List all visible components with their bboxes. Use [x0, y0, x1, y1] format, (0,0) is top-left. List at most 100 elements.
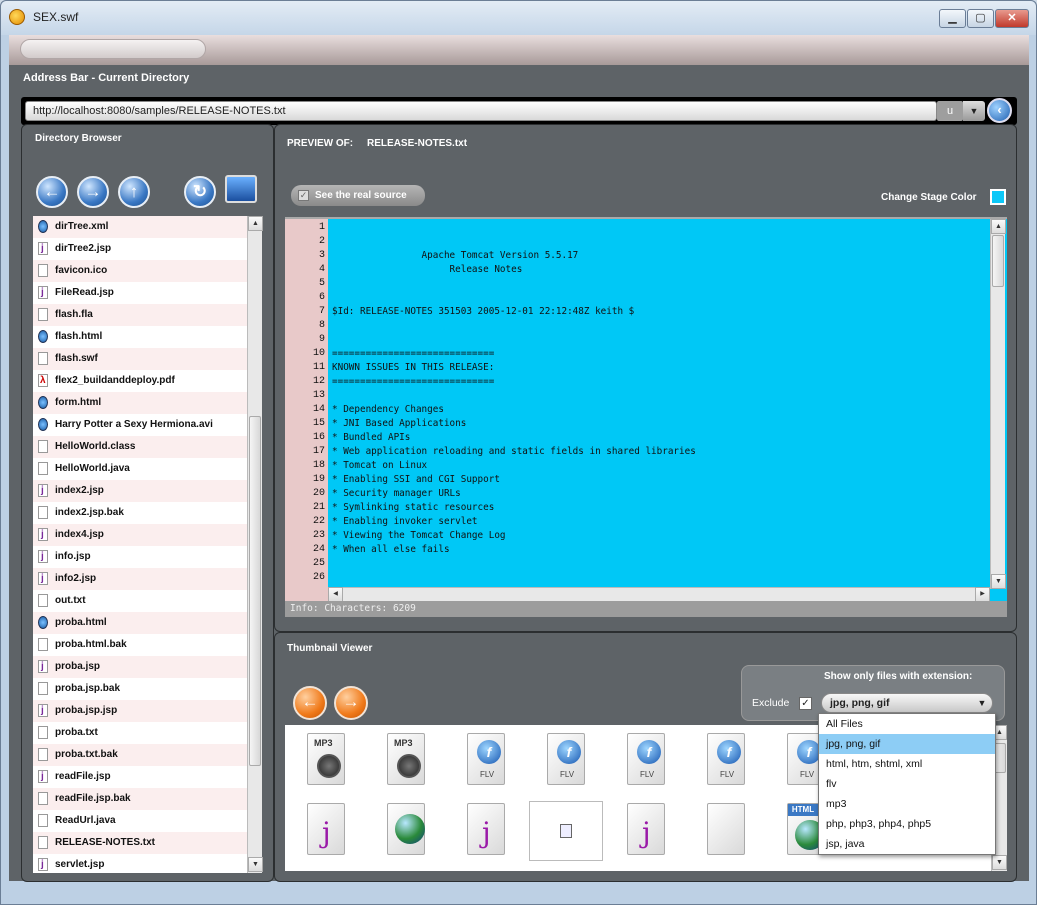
file-list-item[interactable]: flex2_buildanddeploy.pdf — [33, 370, 247, 392]
see-real-source-checkbox[interactable]: ✓ — [298, 190, 309, 201]
scroll-down-arrow-icon[interactable]: ▼ — [992, 855, 1007, 870]
thumbnail-jsp[interactable]: j — [623, 801, 669, 859]
file-list-item[interactable]: out.txt — [33, 590, 247, 612]
thumbnail-flv[interactable]: f FLV — [463, 731, 509, 789]
file-list-item[interactable]: index2.jsp — [33, 480, 247, 502]
file-list-item[interactable]: flash.fla — [33, 304, 247, 326]
file-list-item[interactable]: dirTree2.jsp — [33, 238, 247, 260]
file-list-scrollbar[interactable]: ▲ ▼ — [247, 216, 263, 873]
file-name: info2.jsp — [55, 573, 97, 584]
file-list-item[interactable]: HelloWorld.class — [33, 436, 247, 458]
top-pill-field[interactable] — [20, 39, 206, 59]
file-list-item[interactable]: proba.txt — [33, 722, 247, 744]
line-number: 4 — [318, 264, 325, 275]
thumbnail-flv[interactable]: f FLV — [543, 731, 589, 789]
file-list-item[interactable]: ReadUrl.java — [33, 810, 247, 832]
thumb-forward-button[interactable]: → — [334, 686, 368, 720]
file-list-item[interactable]: readFile.jsp — [33, 766, 247, 788]
file-list-item[interactable]: flash.swf — [33, 348, 247, 370]
extension-filter-label: Show only files with extension: — [824, 671, 973, 682]
file-list-item[interactable]: proba.jsp.bak — [33, 678, 247, 700]
scroll-up-arrow-icon[interactable]: ▲ — [248, 216, 263, 231]
extension-option[interactable]: html, htm, shtml, xml — [819, 754, 995, 774]
file-list-item[interactable]: proba.html — [33, 612, 247, 634]
scroll-down-arrow-icon[interactable]: ▼ — [248, 857, 263, 872]
source-editor[interactable]: 1 2 3 4 5 6 7 8 9 10 11 12 13 14 15 16 17 18 19 20 21 22 23 24 2… — [285, 217, 1007, 602]
thumbnail-jsp[interactable]: j — [463, 801, 509, 859]
editor-horizontal-scrollbar[interactable]: ◀ ▶ — [328, 587, 990, 602]
address-go-back-button[interactable]: ‹ — [987, 98, 1012, 123]
close-button[interactable]: ✕ — [995, 9, 1029, 28]
mp3-label: MP3 — [394, 738, 413, 748]
file-list-item[interactable]: proba.html.bak — [33, 634, 247, 656]
exclude-checkbox[interactable]: ✓ — [799, 697, 812, 710]
editor-scroll-thumb[interactable] — [992, 235, 1004, 287]
file-list-item[interactable]: servlet.jsp — [33, 854, 247, 873]
up-directory-button[interactable]: ↑ — [118, 176, 150, 208]
thumbnail-mp3[interactable]: MP3 — [383, 731, 429, 789]
see-real-source-button[interactable]: See the real source — [291, 185, 425, 206]
file-list-item[interactable]: FileRead.jsp — [33, 282, 247, 304]
thumbnail-blank[interactable] — [703, 801, 749, 859]
file-list-item[interactable]: index2.jsp.bak — [33, 502, 247, 524]
extension-select[interactable]: jpg, png, gif — [821, 693, 993, 713]
file-list-item[interactable]: flash.html — [33, 326, 247, 348]
forward-button[interactable]: → — [77, 176, 109, 208]
line-number: 23 — [312, 530, 325, 541]
refresh-button[interactable]: ↻ — [184, 176, 216, 208]
scroll-up-arrow-icon[interactable]: ▲ — [991, 219, 1006, 234]
thumbnail-mp3[interactable]: MP3 — [303, 731, 349, 789]
chevron-down-icon[interactable]: ▼ — [972, 694, 992, 712]
line-number: 25 — [312, 558, 325, 569]
extension-option[interactable]: php, php3, php4, php5 — [819, 814, 995, 834]
file-list-item[interactable]: proba.txt.bak — [33, 744, 247, 766]
scroll-left-arrow-icon[interactable]: ◀ — [328, 587, 343, 602]
address-section-title: Address Bar - Current Directory — [23, 72, 190, 84]
thumbnail-broken[interactable] — [529, 801, 603, 861]
thumbnail-jsp[interactable]: j — [303, 801, 349, 859]
file-list-item[interactable]: proba.jsp — [33, 656, 247, 678]
thumb-back-button[interactable]: ← — [293, 686, 327, 720]
file-list-item[interactable]: index4.jsp — [33, 524, 247, 546]
file-list-item[interactable]: info.jsp — [33, 546, 247, 568]
address-dropdown-button[interactable]: ▼ — [963, 101, 985, 121]
file-list-item[interactable]: dirTree.xml — [33, 216, 247, 238]
title-bar[interactable]: SEX.swf ▁ ▢ ✕ — [1, 1, 1036, 35]
file-list[interactable]: dirTree.xml dirTree2.jsp favicon.ico FileRe… — [33, 216, 247, 873]
minimize-button[interactable]: ▁ — [939, 9, 966, 28]
address-u-button[interactable]: u — [937, 101, 963, 121]
extension-option[interactable]: mp3 — [819, 794, 995, 814]
file-list-item[interactable]: form.html — [33, 392, 247, 414]
thumbnail-globe[interactable] — [383, 801, 429, 859]
file-thumbnail-icon: f FLV — [627, 733, 665, 785]
extension-dropdown-list[interactable]: All Files jpg, png, gif html, htm, shtml, … — [818, 713, 996, 855]
back-button[interactable]: ← — [36, 176, 68, 208]
scroll-down-arrow-icon[interactable]: ▼ — [991, 574, 1006, 589]
file-list-item[interactable]: HelloWorld.java — [33, 458, 247, 480]
extension-option[interactable]: jsp, java — [819, 834, 995, 854]
file-list-item[interactable]: info2.jsp — [33, 568, 247, 590]
globe-icon — [395, 814, 425, 844]
thumbnail-flv[interactable]: f FLV — [703, 731, 749, 789]
maximize-button[interactable]: ▢ — [967, 9, 994, 28]
application-window: SEX.swf ▁ ▢ ✕ Address Bar - Current Dire… — [0, 0, 1037, 905]
file-thumbnail-icon: f FLV — [467, 733, 505, 785]
thumbnail-flv[interactable]: f FLV — [623, 731, 669, 789]
extension-option[interactable]: jpg, png, gif — [819, 734, 995, 754]
source-text[interactable]: Apache Tomcat Version 5.5.17 Release Not… — [332, 219, 988, 589]
extension-option[interactable]: All Files — [819, 714, 995, 734]
html-label: HTML — [788, 804, 818, 816]
extension-option[interactable]: flv — [819, 774, 995, 794]
stage-color-swatch[interactable] — [990, 189, 1006, 205]
file-list-item[interactable]: favicon.ico — [33, 260, 247, 282]
jsp-file-icon — [38, 480, 48, 502]
file-list-item[interactable]: Harry Potter a Sexy Hermiona.avi — [33, 414, 247, 436]
editor-vertical-scrollbar[interactable]: ▲ ▼ — [990, 219, 1006, 589]
file-list-item[interactable]: RELEASE-NOTES.txt — [33, 832, 247, 854]
computer-icon[interactable] — [225, 175, 257, 203]
file-list-scroll-thumb[interactable] — [249, 416, 261, 766]
address-url-input[interactable]: http://localhost:8080/samples/RELEASE-NO… — [25, 101, 937, 121]
scroll-right-arrow-icon[interactable]: ▶ — [975, 587, 990, 602]
file-list-item[interactable]: readFile.jsp.bak — [33, 788, 247, 810]
file-list-item[interactable]: proba.jsp.jsp — [33, 700, 247, 722]
